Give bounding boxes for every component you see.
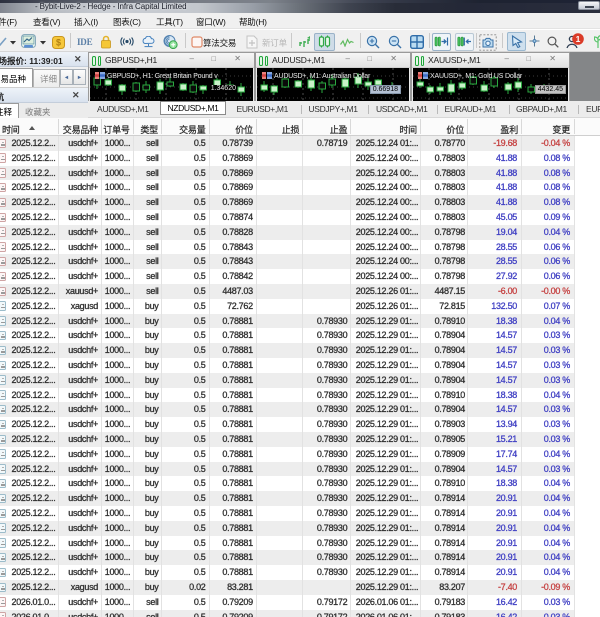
svg-text:$: $ [56,38,61,48]
svg-text:1: 1 [576,34,581,44]
